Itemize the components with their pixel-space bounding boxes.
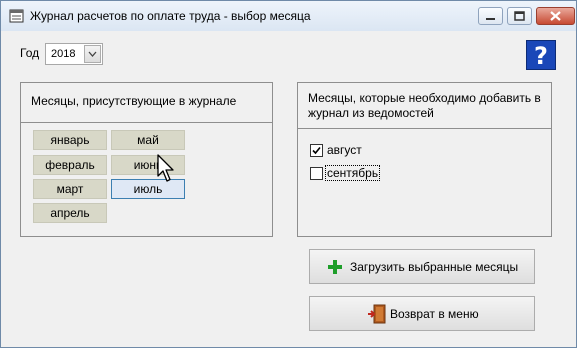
return-to-menu-label: Возврат в меню [390, 307, 479, 321]
add-months-panel: Месяцы, которые необходимо добавить в жу… [297, 82, 552, 237]
september-checkbox[interactable] [310, 167, 323, 180]
year-value: 2018 [51, 48, 76, 60]
load-selected-months-label: Загрузить выбранные месяцы [350, 260, 519, 274]
month-button-may[interactable]: май [111, 130, 185, 150]
checkmark-icon [312, 146, 321, 155]
help-button[interactable]: ? [526, 40, 556, 70]
journal-months-title: Месяцы, присутствующие в журнале [21, 83, 272, 123]
dialog-body: Год 2018 ? Месяцы, присутствующие в журн… [8, 32, 570, 343]
help-icon: ? [534, 42, 548, 70]
year-select[interactable]: 2018 [45, 43, 103, 65]
month-button-april[interactable]: апрель [33, 203, 107, 223]
maximize-button[interactable] [507, 7, 532, 25]
return-to-menu-button[interactable]: Возврат в меню [309, 296, 535, 331]
month-button-march[interactable]: март [33, 179, 107, 199]
minimize-button[interactable] [478, 7, 503, 25]
year-label: Год [20, 46, 40, 60]
journal-app-icon [9, 9, 24, 23]
exit-door-icon [368, 304, 386, 324]
journal-months-panel: Месяцы, присутствующие в журнале январь … [20, 82, 273, 237]
mouse-cursor-icon [157, 154, 174, 182]
window-title: Журнал расчетов по оплате труда - выбор … [30, 9, 311, 23]
close-icon [550, 11, 561, 21]
chevron-down-icon [88, 51, 97, 57]
august-checkbox[interactable] [310, 144, 323, 157]
month-button-february[interactable]: февраль [33, 155, 107, 175]
maximize-icon [514, 11, 525, 21]
plus-icon [328, 260, 342, 274]
add-months-title: Месяцы, которые необходимо добавить в жу… [298, 83, 551, 129]
minimize-icon [486, 18, 495, 20]
month-button-january[interactable]: январь [33, 130, 107, 150]
year-dropdown-button[interactable] [84, 45, 101, 63]
title-bar: Журнал расчетов по оплате труда - выбор … [1, 1, 576, 31]
load-selected-months-button[interactable]: Загрузить выбранные месяцы [309, 249, 535, 284]
august-label[interactable]: август [326, 143, 363, 157]
dialog-window: Журнал расчетов по оплате труда - выбор … [0, 0, 577, 348]
september-label[interactable]: сентябрь [324, 165, 381, 181]
close-button[interactable] [536, 7, 575, 25]
